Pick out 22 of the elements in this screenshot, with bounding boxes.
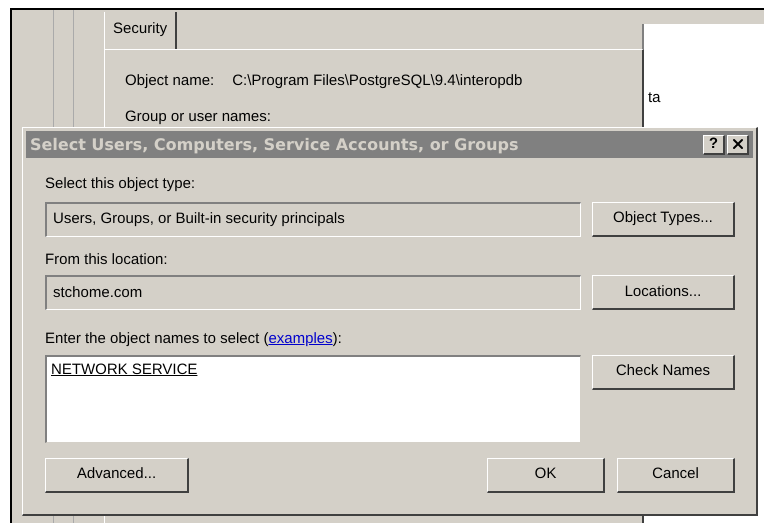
side-panel-text: ta	[648, 89, 661, 106]
help-button[interactable]: ?	[703, 134, 725, 154]
location-label: From this location:	[45, 250, 169, 270]
ok-button[interactable]: OK	[487, 458, 605, 492]
object-names-field[interactable]: NETWORK SERVICE	[45, 354, 581, 442]
object-name-entry: NETWORK SERVICE	[51, 360, 198, 378]
object-names-label: Enter the object names to select (examples):	[45, 329, 343, 349]
window-title: Select Users, Computers, Service Accounts, or Groups	[30, 134, 519, 156]
advanced-button[interactable]: Advanced...	[45, 458, 189, 492]
location-field[interactable]: stchome.com	[45, 275, 581, 310]
object-types-button[interactable]: Object Types...	[592, 202, 735, 236]
object-name-label: Object name:	[125, 70, 214, 90]
object-type-field[interactable]: Users, Groups, or Built-in security principals	[45, 202, 581, 236]
close-button[interactable]	[727, 134, 749, 154]
security-tab[interactable]: Security	[104, 12, 178, 48]
object-name-value: C:\Program Files\PostgreSQL\9.4\interopdb	[232, 70, 522, 90]
object-type-label: Select this object type:	[45, 174, 196, 194]
examples-link[interactable]: examples	[268, 330, 333, 347]
group-label: Group or user names:	[125, 108, 271, 125]
locations-button[interactable]: Locations...	[592, 275, 735, 310]
check-names-button[interactable]: Check Names	[592, 354, 735, 390]
cancel-button[interactable]: Cancel	[617, 458, 735, 492]
